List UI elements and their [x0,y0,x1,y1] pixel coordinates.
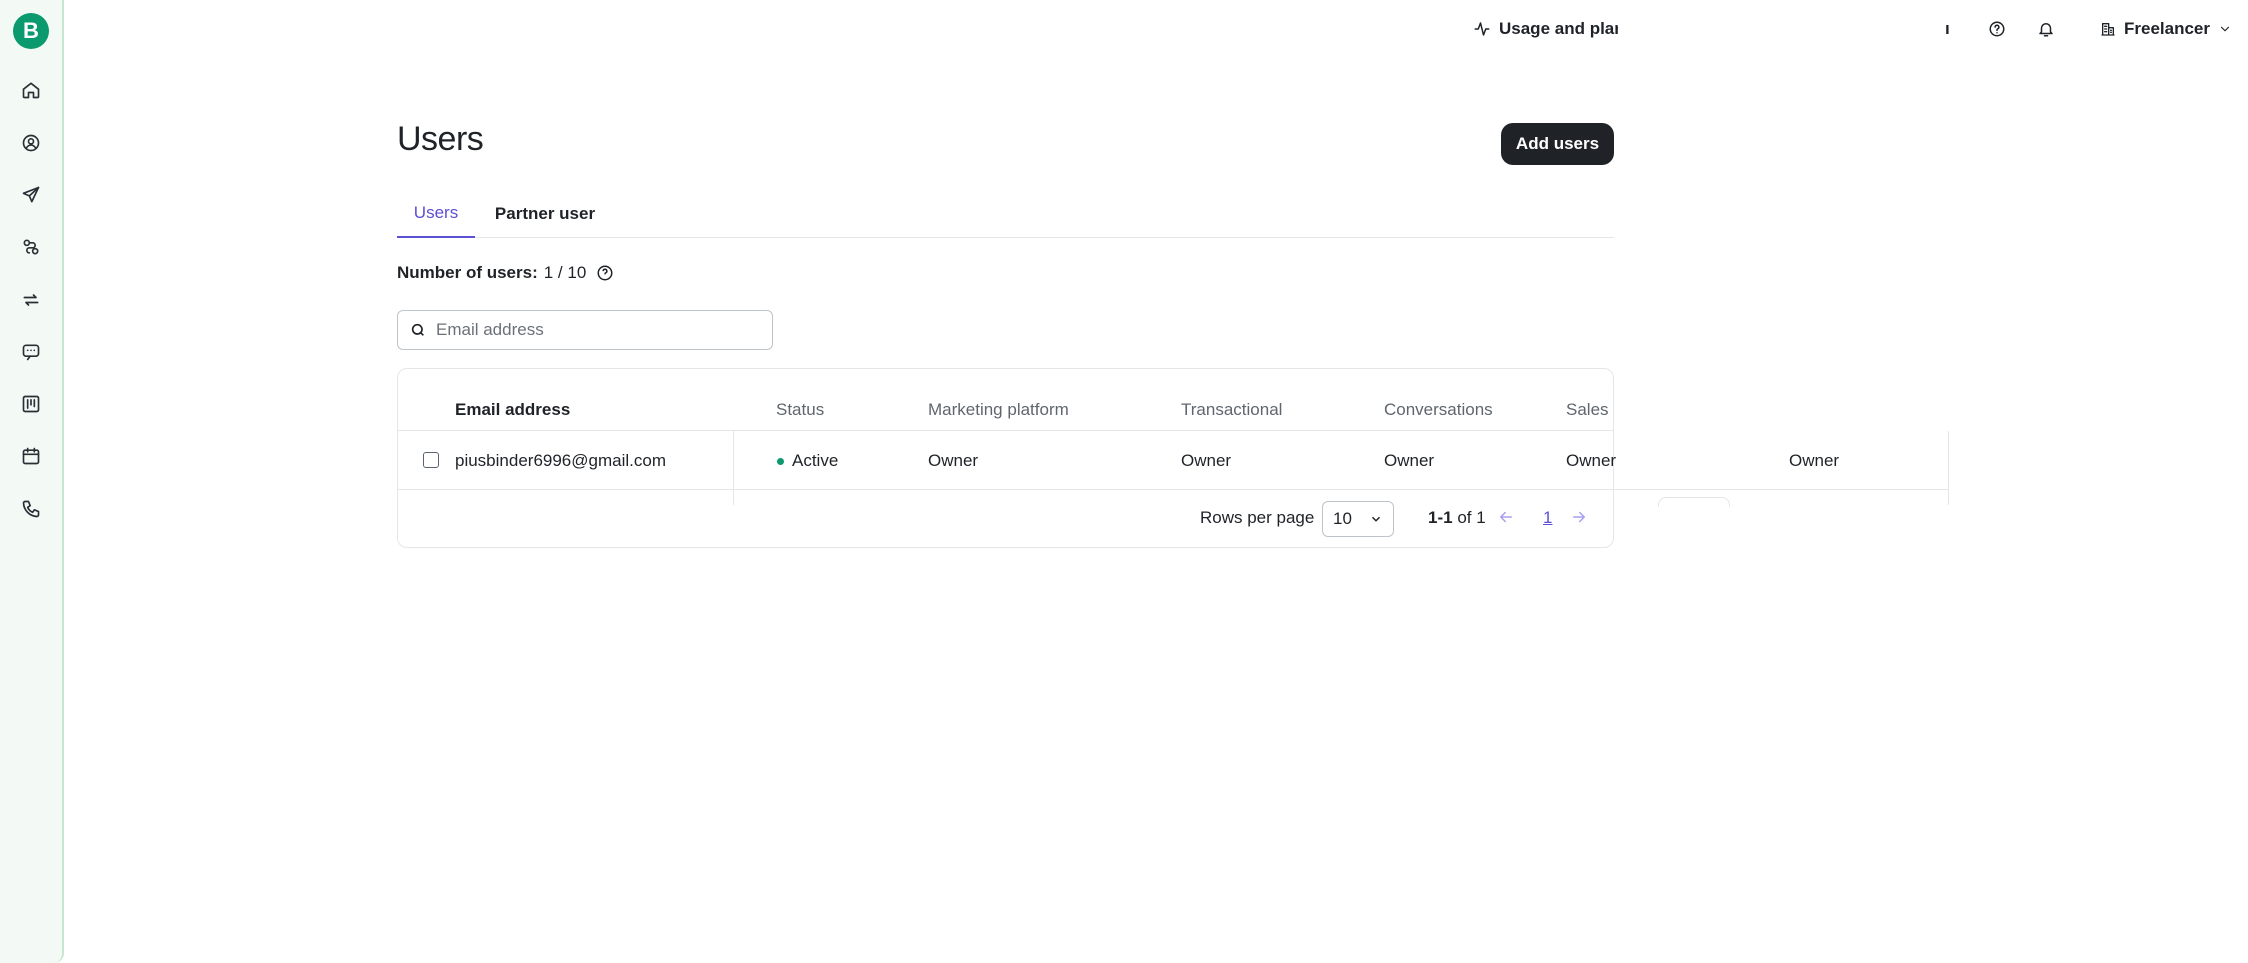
rows-per-page-select[interactable]: 10 [1322,501,1394,537]
chevron-down-icon [2220,26,2230,32]
phone-icon[interactable] [18,496,44,522]
row-email: piusbinder6996@gmail.com [455,451,666,470]
tab-bar: Users Partner user [397,190,1614,238]
usage-and-plan-link[interactable]: Usage and plar [1473,16,1618,42]
transactional-icon[interactable] [18,287,44,313]
rows-per-page-value: 10 [1333,509,1352,528]
account-label: Freelancer [2124,19,2210,38]
brand-logo[interactable]: B [13,13,49,49]
notifications-button[interactable] [2037,16,2055,42]
page-number-1[interactable]: 1 [1543,508,1552,528]
sticky-column-edge [733,431,734,505]
next-page-arrow-icon[interactable] [1570,508,1588,526]
page-range: 1-1 of 1 [1428,508,1486,528]
range-bold: 1-1 [1428,508,1453,527]
truncated-topbar-item[interactable]: ı [1945,16,1950,42]
prev-page-arrow-icon[interactable] [1497,508,1515,526]
campaigns-icon[interactable] [18,182,44,208]
sidebar: B [0,0,64,963]
header-sales: Sales [1566,400,1609,419]
range-rest: of 1 [1457,508,1486,527]
table-header-divider [397,430,1614,431]
user-count-help-icon[interactable] [596,264,614,282]
row-extra-role: Owner [1789,451,1840,470]
status-dot [777,458,784,465]
building-icon [2101,23,2115,36]
row-conversations: Owner [1384,451,1435,470]
user-count: Number of users: 1 / 10 [397,263,614,283]
row-action-button[interactable] [1658,497,1730,507]
row-status: Active [792,451,839,470]
tab-partner-user[interactable]: Partner user [485,190,605,238]
sales-icon[interactable] [18,391,44,417]
row-transactional: Owner [1181,451,1232,470]
row-marketing: Owner [928,451,979,470]
bell-icon [2039,23,2053,37]
row-divider [397,489,1948,490]
user-count-value: 1 / 10 [543,263,587,282]
search-box [397,310,773,350]
usage-label: Usage and plar [1499,19,1618,38]
header-status: Status [776,400,825,419]
rows-per-page-label: Rows per page [1200,508,1315,527]
user-count-label: Number of users: [397,263,538,282]
header-conversations: Conversations [1384,400,1493,419]
header-transactional: Transactional [1181,400,1283,419]
row-sales: Owner [1566,451,1617,470]
activity-icon [1474,22,1490,36]
contacts-icon[interactable] [18,130,44,156]
chevron-down-icon [1371,516,1381,522]
tab-users[interactable]: Users [397,190,475,238]
help-icon [1989,21,2005,37]
meetings-icon[interactable] [18,443,44,469]
page-title: Users [397,120,484,158]
home-icon[interactable] [18,77,44,103]
row-checkbox[interactable] [423,452,439,468]
row-overflow-edge [1948,431,1949,505]
header-marketing-platform: Marketing platform [928,400,1069,419]
header-email[interactable]: Email address [455,400,570,420]
search-icon [411,323,424,336]
account-menu[interactable]: Freelancer [2100,16,2232,42]
add-users-button[interactable]: Add users [1501,123,1614,165]
truncated-label: ı [1945,19,1950,38]
email-search-input[interactable] [436,320,756,340]
help-button[interactable] [1988,16,2006,42]
automations-icon[interactable] [18,234,44,260]
conversations-icon[interactable] [18,339,44,365]
